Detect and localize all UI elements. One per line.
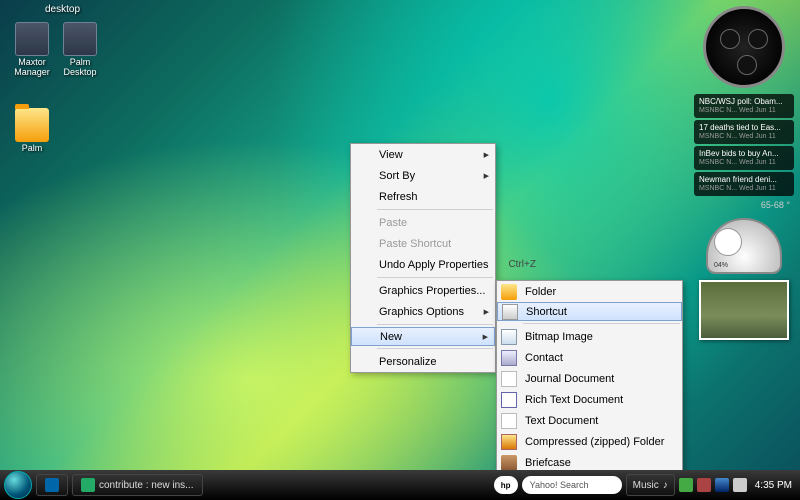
desktop-context-menu: View Sort By Refresh Paste Paste Shortcut Und… (350, 143, 496, 373)
submenu-item-label: Shortcut (526, 306, 567, 318)
submenu-item[interactable]: Contact (497, 347, 682, 368)
menu-item-label: Paste Shortcut (379, 238, 451, 250)
news-meta: MSNBC N... Wed Jun 11 (699, 133, 789, 141)
network-icon[interactable] (715, 478, 729, 492)
tray-icon[interactable] (679, 478, 693, 492)
submenu-item[interactable]: Bitmap Image (497, 326, 682, 347)
submenu-item-label: Journal Document (525, 373, 614, 385)
system-tray (679, 478, 747, 492)
shortcut-icon (502, 304, 518, 320)
menu-item[interactable]: New (351, 327, 495, 346)
music-button[interactable]: Music ♪ (626, 474, 675, 496)
contact-icon (501, 350, 517, 366)
menu-item[interactable]: Undo Apply PropertiesCtrl+Z (351, 254, 495, 275)
music-label: Music (633, 480, 659, 491)
menu-item[interactable]: Graphics Options (351, 301, 495, 322)
submenu-item[interactable]: Text Document (497, 410, 682, 431)
folder-icon (501, 284, 517, 300)
submenu-item[interactable]: Rich Text Document (497, 389, 682, 410)
keyboard-shortcut: Ctrl+Z (488, 259, 536, 270)
submenu-item[interactable]: Shortcut (497, 302, 682, 321)
volume-icon[interactable] (733, 478, 747, 492)
taskbar-app-button[interactable]: contribute : new ins... (72, 474, 203, 496)
news-headline[interactable]: NBC/WSJ poll: Obam...MSNBC N... Wed Jun … (694, 94, 794, 118)
folder-icon (15, 108, 49, 142)
menu-item-label: Graphics Options (379, 306, 464, 318)
news-headline[interactable]: Newman friend deni...MSNBC N... Wed Jun … (694, 172, 794, 196)
taskbar: contribute : new ins... hp Yahoo! Search… (0, 470, 800, 500)
menu-item: Paste (351, 212, 495, 233)
bmp-icon (501, 329, 517, 345)
taskbar-clock[interactable]: 4:35 PM (751, 480, 796, 491)
rtf-icon (501, 392, 517, 408)
news-meta: MSNBC N... Wed Jun 11 (699, 107, 789, 115)
menu-item-label: View (379, 149, 403, 161)
quicklaunch-ie[interactable] (36, 474, 68, 496)
submenu-item-label: Text Document (525, 415, 598, 427)
app-icon (15, 22, 49, 56)
tray-icon[interactable] (697, 478, 711, 492)
doc-icon (501, 413, 517, 429)
music-note-icon: ♪ (663, 480, 668, 491)
menu-item[interactable]: Sort By (351, 165, 495, 186)
sidebar: NBC/WSJ poll: Obam...MSNBC N... Wed Jun … (694, 6, 794, 346)
hp-logo[interactable]: hp (494, 476, 518, 494)
menu-item-label: Sort By (379, 170, 415, 182)
brief-icon (501, 455, 517, 471)
menu-item-label: Personalize (379, 356, 436, 368)
news-title: Newman friend deni... (699, 175, 789, 185)
desktop-label: desktop (45, 4, 80, 15)
slideshow-gadget[interactable] (699, 280, 789, 340)
news-meta: MSNBC N... Wed Jun 11 (699, 159, 789, 167)
start-orb[interactable] (4, 471, 32, 499)
news-title: NBC/WSJ poll: Obam... (699, 97, 789, 107)
clock-gadget[interactable] (703, 6, 785, 88)
submenu-item-label: Rich Text Document (525, 394, 623, 406)
app-icon (81, 478, 95, 492)
news-headline[interactable]: InBev bids to buy An...MSNBC N... Wed Ju… (694, 146, 794, 170)
submenu-item-label: Briefcase (525, 457, 571, 469)
menu-item-label: Paste (379, 217, 407, 229)
cpu-gauge-gadget[interactable]: 04% (706, 218, 782, 274)
news-title: 17 deaths tied to Eas... (699, 123, 789, 133)
submenu-item-label: Contact (525, 352, 563, 364)
desktop-icon[interactable]: Palm Desktop (56, 22, 104, 78)
submenu-item-label: Folder (525, 286, 556, 298)
menu-item[interactable]: View (351, 144, 495, 165)
menu-item-label: Graphics Properties... (379, 285, 485, 297)
icon-label: Palm (8, 144, 56, 154)
menu-item-label: Refresh (379, 191, 418, 203)
cpu-value: 04% (714, 262, 728, 269)
taskbar-app-label: contribute : new ins... (99, 480, 194, 491)
doc-icon (501, 371, 517, 387)
new-submenu: Folder Shortcut Bitmap Image Contact Journal… (496, 280, 683, 474)
submenu-item-label: Bitmap Image (525, 331, 593, 343)
submenu-item-label: Compressed (zipped) Folder (525, 436, 664, 448)
submenu-item[interactable]: Folder (497, 281, 682, 302)
weather-temp: 65-68 ° (694, 198, 794, 212)
icon-label: Palm Desktop (56, 58, 104, 78)
ie-icon (45, 478, 59, 492)
desktop-icon[interactable]: Maxtor Manager (8, 22, 56, 78)
menu-item[interactable]: Refresh (351, 186, 495, 207)
submenu-item[interactable]: Compressed (zipped) Folder (497, 431, 682, 452)
desktop-icon[interactable]: Palm (8, 108, 56, 154)
icon-label: Maxtor Manager (8, 58, 56, 78)
zip-icon (501, 434, 517, 450)
menu-item[interactable]: Personalize (351, 351, 495, 372)
app-icon (63, 22, 97, 56)
news-headline[interactable]: 17 deaths tied to Eas...MSNBC N... Wed J… (694, 120, 794, 144)
yahoo-search-input[interactable]: Yahoo! Search (522, 476, 622, 494)
submenu-item[interactable]: Journal Document (497, 368, 682, 389)
news-title: InBev bids to buy An... (699, 149, 789, 159)
menu-item-label: Undo Apply Properties (379, 259, 488, 271)
menu-item[interactable]: Graphics Properties... (351, 280, 495, 301)
menu-item: Paste Shortcut (351, 233, 495, 254)
menu-item-label: New (380, 331, 402, 343)
news-meta: MSNBC N... Wed Jun 11 (699, 185, 789, 193)
